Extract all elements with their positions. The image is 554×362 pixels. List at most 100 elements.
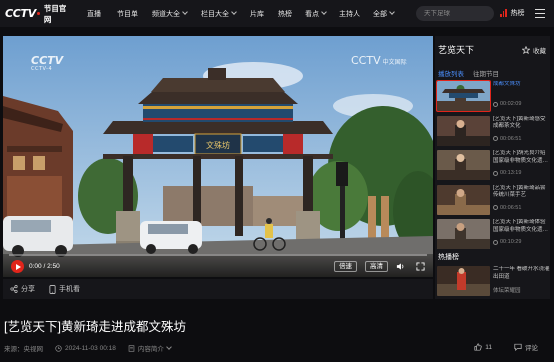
nav-item[interactable]: 主持人 xyxy=(339,9,360,19)
hot-item-subtitle: 体坛荣耀园 xyxy=(493,288,521,294)
publish-date: 2024-11-03 00:18 xyxy=(55,345,116,352)
source-text: 来源：央视网 xyxy=(4,346,43,353)
nav-item[interactable]: 栏目大全 xyxy=(201,9,237,19)
comment-button[interactable]: 评论 xyxy=(514,342,538,352)
favorite-button[interactable]: 收藏 xyxy=(522,45,546,55)
playlist-item[interactable]: [艺览天下]胡光良介绍国家级非物质文化遗… 00:13:19 xyxy=(435,149,550,184)
hot-list-link[interactable]: 热榜 xyxy=(500,8,525,18)
playlist-item[interactable]: 成都文殊坊 00:02:09 xyxy=(435,80,550,115)
like-count: 11 xyxy=(485,343,492,351)
star-icon xyxy=(522,46,530,54)
duration-text: 00:06:51 xyxy=(500,135,522,142)
mobile-watch-button[interactable]: 手机看 xyxy=(49,284,80,294)
mobile-watch-label: 手机看 xyxy=(59,286,80,293)
nav-item[interactable]: 节目单 xyxy=(117,9,138,19)
panel-title: 艺览天下 xyxy=(438,45,475,55)
logo-subtitle: 节目官网 xyxy=(43,3,67,24)
chevron-down-icon xyxy=(231,9,237,15)
video-meta: 来源：央视网 2024-11-03 00:18 内容简介 11 评论 xyxy=(4,342,550,354)
video-frame: 文殊坊 xyxy=(3,36,433,277)
chevron-down-icon xyxy=(321,9,327,15)
clock-icon xyxy=(55,344,62,352)
cctv-logo[interactable]: CCTV 节目官网 xyxy=(5,3,73,25)
channel-watermark-left: CCTV CCTV-4 xyxy=(31,54,64,72)
nav-item[interactable]: 热榜 xyxy=(278,9,292,19)
nav-item-label: 热榜 xyxy=(278,10,292,18)
nav-item[interactable]: 看点 xyxy=(305,9,327,19)
chevron-down-icon xyxy=(182,9,188,15)
hot-list-label: 热榜 xyxy=(510,10,525,17)
playlist-item[interactable]: [艺览天下]黄新琦品尝传统川菜手艺 00:06:51 xyxy=(435,184,550,219)
duration-text: 00:02:09 xyxy=(500,101,522,107)
hot-ranking-title: 热播榜 xyxy=(438,254,459,261)
nav-item-label: 主持人 xyxy=(339,10,360,18)
playlist-thumbnail xyxy=(437,150,490,180)
playlist-thumbnail xyxy=(437,219,490,249)
nav-item[interactable]: 直播 xyxy=(87,9,101,19)
intro-label: 内容简介 xyxy=(137,346,164,353)
play-button[interactable] xyxy=(11,260,24,273)
search-input[interactable] xyxy=(424,10,484,17)
meta-actions: 11 评论 xyxy=(464,342,550,352)
document-icon xyxy=(128,344,135,352)
playlist-item-title: [艺览天下]胡光良介绍国家级非物质文化遗… xyxy=(493,150,549,164)
nav-item[interactable]: 全部 xyxy=(373,9,395,19)
share-icon xyxy=(10,285,18,293)
playlist-item[interactable]: [艺览天下]黄新琦感受成都茶文化 00:06:51 xyxy=(435,115,550,150)
phone-icon xyxy=(49,284,56,294)
like-button[interactable]: 11 xyxy=(474,343,492,351)
hamburger-menu-icon[interactable] xyxy=(535,9,545,18)
hot-chart-icon xyxy=(500,9,508,17)
search-box[interactable] xyxy=(416,6,494,21)
nav-item-label: 全部 xyxy=(373,10,387,18)
publish-date-text: 2024-11-03 00:18 xyxy=(65,344,116,352)
nav-item-label: 直播 xyxy=(87,10,101,18)
nav-item[interactable]: 片库 xyxy=(250,9,264,19)
duration-text: 00:10:29 xyxy=(500,239,522,245)
time-display: 0:00 / 2:50 xyxy=(29,263,60,270)
comment-icon xyxy=(514,343,522,351)
volume-icon[interactable] xyxy=(396,262,405,271)
duration-text: 00:06:51 xyxy=(500,204,522,211)
hot-item-title: 二十一年 看破开水浇灌出田道 xyxy=(493,266,550,280)
chevron-down-icon xyxy=(389,9,395,15)
clock-icon xyxy=(493,239,498,245)
logo-text: CCTV xyxy=(5,7,36,20)
quality-button[interactable]: 高清 xyxy=(365,261,388,272)
playlist-item-duration: 00:02:09 xyxy=(493,101,521,107)
speed-button[interactable]: 倍速 xyxy=(334,261,357,272)
clock-icon xyxy=(493,170,498,176)
intro-toggle[interactable]: 内容简介 xyxy=(128,343,172,353)
playlist-item-title: [艺览天下]黄新琦品尝传统川菜手艺 xyxy=(493,184,546,199)
player-controls: 0:00 / 2:50 倍速 高清 xyxy=(3,254,433,277)
playlist-item-title: [艺览天下]黄新琦感受成都茶文化 xyxy=(493,115,546,130)
playlist: 成都文殊坊 00:02:09 [艺览天下]黄新琦感受成都茶文化 00:06:51 [艺览… xyxy=(435,80,550,253)
logo-dot xyxy=(36,12,40,15)
channel-watermark-right: CCTV 中文国际 xyxy=(351,54,407,67)
thumbs-up-icon xyxy=(474,343,482,351)
playlist-item-duration: 00:06:51 xyxy=(493,136,521,142)
video-player[interactable]: 文殊坊 CCTV CCTV-4 CCTV 中文国际 0:00 / 2:50 倍速… xyxy=(3,36,433,277)
playlist-thumbnail xyxy=(436,80,491,112)
nav-item-label: 节目单 xyxy=(117,10,138,18)
nav-item-label: 频道大全 xyxy=(152,10,180,18)
share-button[interactable]: 分享 xyxy=(10,284,35,294)
share-bar: 分享 手机看 xyxy=(3,279,433,299)
top-navbar: CCTV 节目官网 直播 节目单 频道大全 栏目大全 片库 热榜 看点 主持人 全部 热榜 xyxy=(0,0,554,27)
chevron-down-icon xyxy=(166,343,172,350)
play-icon xyxy=(15,263,21,270)
progress-bar[interactable] xyxy=(9,254,427,256)
panel-header: 艺览天下 收藏 xyxy=(435,36,550,63)
playlist-item-title: 成都文殊坊 xyxy=(493,81,521,87)
fullscreen-icon[interactable] xyxy=(416,262,425,271)
clock-icon xyxy=(493,136,498,141)
hot-item-thumbnail xyxy=(437,266,490,296)
comment-label: 评论 xyxy=(525,345,538,352)
playlist-item-duration: 00:10:29 xyxy=(493,239,521,245)
clock-icon xyxy=(493,101,498,107)
hot-ranking-item[interactable]: 二十一年 看破开水浇灌出田道 体坛荣耀园 xyxy=(435,265,550,298)
playlist-thumbnail xyxy=(437,115,490,146)
playlist-item[interactable]: [艺览天下]黄新琦体验国家级非物质文化遗… 00:10:29 xyxy=(435,218,550,253)
nav-item-label: 栏目大全 xyxy=(201,10,229,18)
nav-item[interactable]: 频道大全 xyxy=(152,9,188,19)
